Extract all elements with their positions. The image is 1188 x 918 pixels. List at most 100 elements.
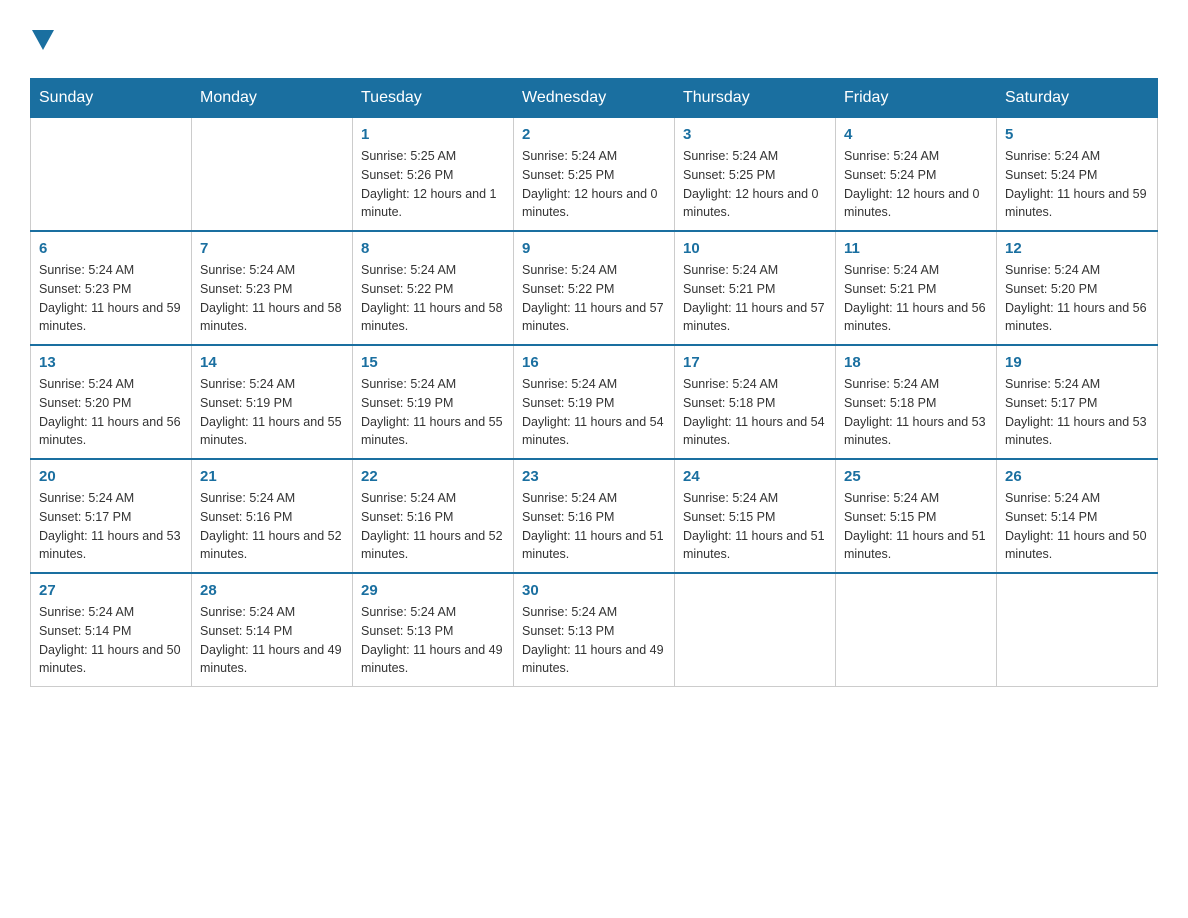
- weekday-header-saturday: Saturday: [997, 79, 1158, 118]
- day-info: Sunrise: 5:24 AMSunset: 5:17 PMDaylight:…: [1005, 375, 1149, 450]
- day-number: 28: [200, 582, 344, 599]
- day-info: Sunrise: 5:24 AMSunset: 5:14 PMDaylight:…: [200, 603, 344, 678]
- calendar-cell: [675, 573, 836, 687]
- calendar-cell: 22 Sunrise: 5:24 AMSunset: 5:16 PMDayligh…: [353, 459, 514, 573]
- day-info: Sunrise: 5:24 AMSunset: 5:13 PMDaylight:…: [522, 603, 666, 678]
- day-info: Sunrise: 5:24 AMSunset: 5:19 PMDaylight:…: [200, 375, 344, 450]
- calendar-cell: 27Sunrise: 5:24 AMSunset: 5:14 PMDayligh…: [31, 573, 192, 687]
- day-info: Sunrise: 5:25 AMSunset: 5:26 PMDaylight:…: [361, 147, 505, 222]
- day-number: 23: [522, 468, 666, 485]
- day-number: 22: [361, 468, 505, 485]
- day-number: 10: [683, 240, 827, 257]
- calendar-cell: 18 Sunrise: 5:24 AMSunset: 5:18 PMDayligh…: [836, 345, 997, 459]
- calendar-cell: 9 Sunrise: 5:24 AMSunset: 5:22 PMDaylight…: [514, 231, 675, 345]
- logo: [30, 30, 54, 58]
- day-number: 15: [361, 354, 505, 371]
- calendar-cell: 26 Sunrise: 5:24 AMSunset: 5:14 PMDayligh…: [997, 459, 1158, 573]
- weekday-header-monday: Monday: [192, 79, 353, 118]
- day-info: Sunrise: 5:24 AMSunset: 5:21 PMDaylight:…: [683, 261, 827, 336]
- day-info: Sunrise: 5:24 AMSunset: 5:19 PMDaylight:…: [361, 375, 505, 450]
- calendar-week-2: 6 Sunrise: 5:24 AMSunset: 5:23 PMDaylight…: [31, 231, 1158, 345]
- calendar-cell: 14Sunrise: 5:24 AMSunset: 5:19 PMDayligh…: [192, 345, 353, 459]
- calendar-week-1: 1 Sunrise: 5:25 AMSunset: 5:26 PMDaylight…: [31, 118, 1158, 232]
- calendar-week-4: 20 Sunrise: 5:24 AMSunset: 5:17 PMDayligh…: [31, 459, 1158, 573]
- day-number: 17: [683, 354, 827, 371]
- day-info: Sunrise: 5:24 AMSunset: 5:18 PMDaylight:…: [844, 375, 988, 450]
- logo-arrow-icon: [32, 30, 54, 52]
- day-number: 16: [522, 354, 666, 371]
- day-info: Sunrise: 5:24 AMSunset: 5:21 PMDaylight:…: [844, 261, 988, 336]
- day-info: Sunrise: 5:24 AMSunset: 5:16 PMDaylight:…: [522, 489, 666, 564]
- day-info: Sunrise: 5:24 AMSunset: 5:22 PMDaylight:…: [522, 261, 666, 336]
- calendar-cell: 17 Sunrise: 5:24 AMSunset: 5:18 PMDayligh…: [675, 345, 836, 459]
- calendar-cell: 15 Sunrise: 5:24 AMSunset: 5:19 PMDayligh…: [353, 345, 514, 459]
- day-info: Sunrise: 5:24 AMSunset: 5:18 PMDaylight:…: [683, 375, 827, 450]
- calendar-cell: 29 Sunrise: 5:24 AMSunset: 5:13 PMDayligh…: [353, 573, 514, 687]
- weekday-header-wednesday: Wednesday: [514, 79, 675, 118]
- calendar-cell: 7 Sunrise: 5:24 AMSunset: 5:23 PMDaylight…: [192, 231, 353, 345]
- day-number: 13: [39, 354, 183, 371]
- day-number: 1: [361, 126, 505, 143]
- day-info: Sunrise: 5:24 AMSunset: 5:15 PMDaylight:…: [683, 489, 827, 564]
- day-number: 18: [844, 354, 988, 371]
- day-number: 8: [361, 240, 505, 257]
- calendar-cell: 11Sunrise: 5:24 AMSunset: 5:21 PMDayligh…: [836, 231, 997, 345]
- calendar-cell: [192, 118, 353, 232]
- day-number: 7: [200, 240, 344, 257]
- day-number: 25: [844, 468, 988, 485]
- weekday-header-friday: Friday: [836, 79, 997, 118]
- day-number: 6: [39, 240, 183, 257]
- page-header: [30, 20, 1158, 58]
- day-info: Sunrise: 5:24 AMSunset: 5:13 PMDaylight:…: [361, 603, 505, 678]
- day-number: 3: [683, 126, 827, 143]
- weekday-header-sunday: Sunday: [31, 79, 192, 118]
- day-number: 12: [1005, 240, 1149, 257]
- calendar-week-5: 27 Sunrise: 5:24 AMSunset: 5:14 PMDayligh…: [31, 573, 1158, 687]
- calendar-cell: 3 Sunrise: 5:24 AMSunset: 5:25 PMDaylight…: [675, 118, 836, 232]
- day-info: Sunrise: 5:24 AMSunset: 5:24 PMDaylight:…: [844, 147, 988, 222]
- calendar-cell: [836, 573, 997, 687]
- day-number: 20: [39, 468, 183, 485]
- day-number: 29: [361, 582, 505, 599]
- calendar-cell: 20 Sunrise: 5:24 AMSunset: 5:17 PMDayligh…: [31, 459, 192, 573]
- day-info: Sunrise: 5:24 AMSunset: 5:14 PMDaylight:…: [1005, 489, 1149, 564]
- calendar-cell: [31, 118, 192, 232]
- day-number: 26: [1005, 468, 1149, 485]
- calendar-cell: 16Sunrise: 5:24 AMSunset: 5:19 PMDayligh…: [514, 345, 675, 459]
- day-info: Sunrise: 5:24 AMSunset: 5:23 PMDaylight:…: [39, 261, 183, 336]
- day-info: Sunrise: 5:24 AMSunset: 5:22 PMDaylight:…: [361, 261, 505, 336]
- day-info: Sunrise: 5:24 AMSunset: 5:15 PMDaylight:…: [844, 489, 988, 564]
- day-info: Sunrise: 5:24 AMSunset: 5:20 PMDaylight:…: [1005, 261, 1149, 336]
- weekday-header-tuesday: Tuesday: [353, 79, 514, 118]
- calendar-cell: 1 Sunrise: 5:25 AMSunset: 5:26 PMDaylight…: [353, 118, 514, 232]
- day-number: 9: [522, 240, 666, 257]
- day-info: Sunrise: 5:24 AMSunset: 5:16 PMDaylight:…: [361, 489, 505, 564]
- day-info: Sunrise: 5:24 AMSunset: 5:20 PMDaylight:…: [39, 375, 183, 450]
- calendar-cell: 10 Sunrise: 5:24 AMSunset: 5:21 PMDayligh…: [675, 231, 836, 345]
- calendar-cell: 13 Sunrise: 5:24 AMSunset: 5:20 PMDayligh…: [31, 345, 192, 459]
- day-number: 27: [39, 582, 183, 599]
- calendar-cell: [997, 573, 1158, 687]
- calendar-cell: 28 Sunrise: 5:24 AMSunset: 5:14 PMDayligh…: [192, 573, 353, 687]
- calendar-cell: 30Sunrise: 5:24 AMSunset: 5:13 PMDayligh…: [514, 573, 675, 687]
- calendar-cell: 4 Sunrise: 5:24 AMSunset: 5:24 PMDaylight…: [836, 118, 997, 232]
- calendar-cell: 12 Sunrise: 5:24 AMSunset: 5:20 PMDayligh…: [997, 231, 1158, 345]
- calendar-cell: 24 Sunrise: 5:24 AMSunset: 5:15 PMDayligh…: [675, 459, 836, 573]
- calendar-cell: 21Sunrise: 5:24 AMSunset: 5:16 PMDayligh…: [192, 459, 353, 573]
- day-info: Sunrise: 5:24 AMSunset: 5:24 PMDaylight:…: [1005, 147, 1149, 222]
- day-number: 21: [200, 468, 344, 485]
- calendar-cell: 19Sunrise: 5:24 AMSunset: 5:17 PMDayligh…: [997, 345, 1158, 459]
- calendar-cell: 25 Sunrise: 5:24 AMSunset: 5:15 PMDayligh…: [836, 459, 997, 573]
- calendar-cell: 23 Sunrise: 5:24 AMSunset: 5:16 PMDayligh…: [514, 459, 675, 573]
- day-info: Sunrise: 5:24 AMSunset: 5:25 PMDaylight:…: [522, 147, 666, 222]
- calendar-table: SundayMondayTuesdayWednesdayThursdayFrid…: [30, 78, 1158, 687]
- weekday-header-row: SundayMondayTuesdayWednesdayThursdayFrid…: [31, 79, 1158, 118]
- day-info: Sunrise: 5:24 AMSunset: 5:17 PMDaylight:…: [39, 489, 183, 564]
- calendar-week-3: 13 Sunrise: 5:24 AMSunset: 5:20 PMDayligh…: [31, 345, 1158, 459]
- day-number: 4: [844, 126, 988, 143]
- day-info: Sunrise: 5:24 AMSunset: 5:25 PMDaylight:…: [683, 147, 827, 222]
- day-number: 5: [1005, 126, 1149, 143]
- weekday-header-thursday: Thursday: [675, 79, 836, 118]
- day-number: 24: [683, 468, 827, 485]
- day-info: Sunrise: 5:24 AMSunset: 5:23 PMDaylight:…: [200, 261, 344, 336]
